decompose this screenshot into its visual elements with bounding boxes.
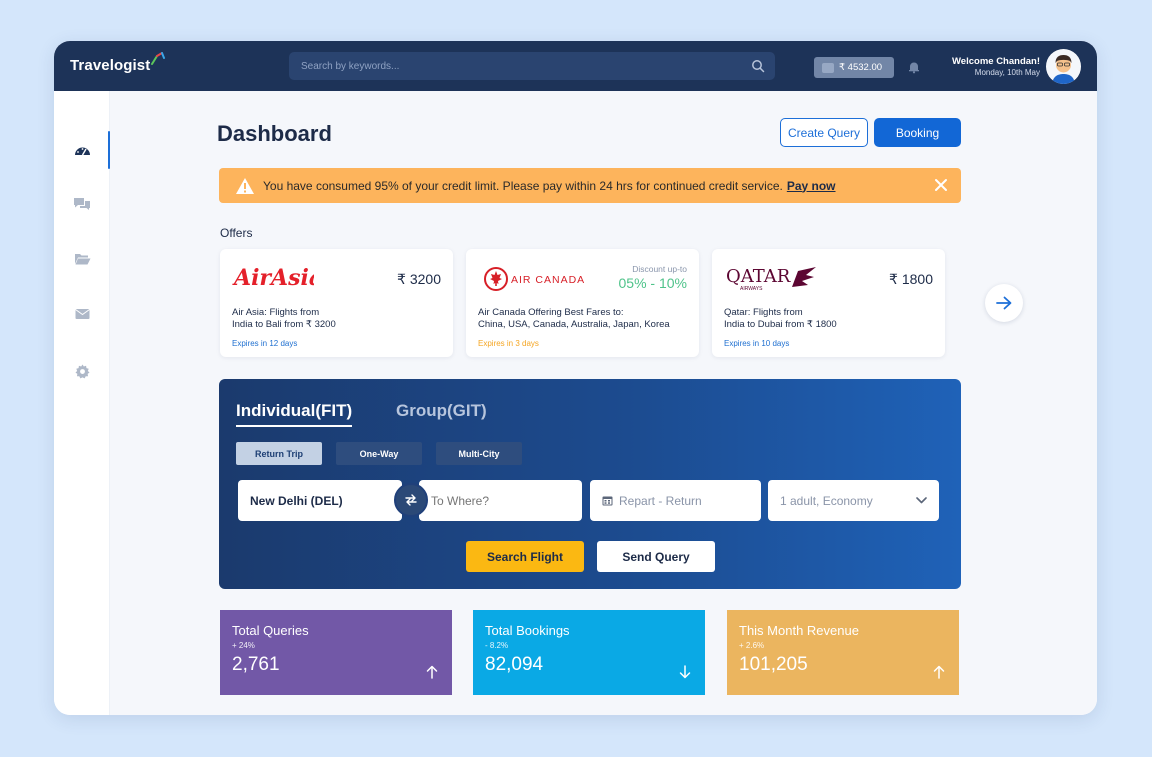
air-canada-logo: AIR CANADA [484, 267, 584, 291]
offer-card-qatar[interactable]: QATAR AIRWAYS ₹ 1800 Qatar: Flights from… [712, 249, 945, 357]
offer-card-airasia[interactable]: AirAsia ₹ 3200 Air Asia: Flights from In… [220, 249, 453, 357]
current-date: Monday, 10th May [974, 68, 1040, 77]
offer-card-air-canada[interactable]: AIR CANADA Discount up-to 05% - 10% Air … [466, 249, 699, 357]
discount-range: 05% - 10% [618, 275, 687, 291]
sidebar-item-settings[interactable] [72, 361, 92, 381]
logo-plane-icon [151, 52, 165, 65]
offer-description-line: China, USA, Canada, Australia, Japan, Ko… [478, 319, 670, 330]
sidebar [54, 91, 110, 715]
offer-expiry: Expires in 10 days [724, 339, 790, 348]
search-input[interactable] [289, 52, 729, 80]
swap-icon [405, 494, 417, 506]
multi-city-toggle[interactable]: Multi-City [436, 442, 522, 465]
chat-icon [74, 197, 90, 210]
offer-price: ₹ 3200 [397, 271, 441, 287]
create-query-button[interactable]: Create Query [780, 118, 868, 147]
chevron-down-icon [916, 497, 927, 504]
from-field[interactable] [238, 480, 402, 521]
offer-description: Air Canada Offering Best Fares to: China… [478, 307, 693, 331]
stat-change: - 8.2% [485, 641, 509, 650]
offer-expiry: Expires in 12 days [232, 339, 298, 348]
mail-icon [74, 309, 90, 319]
gear-icon [74, 363, 90, 378]
main-content: Dashboard Create Query Booking You have … [110, 91, 1097, 715]
sidebar-item-files[interactable] [72, 249, 92, 269]
qatar-airways-logo: QATAR AIRWAYS [726, 266, 816, 292]
search-icon[interactable] [751, 59, 765, 73]
alert-message: You have consumed 95% of your credit lim… [263, 178, 783, 193]
date-field[interactable]: Repart - Return [590, 480, 761, 521]
stat-title: This Month Revenue [739, 623, 859, 638]
stat-card-month-revenue[interactable]: This Month Revenue + 2.6% 101,205 [727, 610, 959, 695]
warning-icon [236, 177, 254, 194]
page-title: Dashboard [217, 121, 332, 146]
offer-description-line: India to Dubai from ₹ 1800 [724, 319, 837, 330]
pay-now-link[interactable]: Pay now [787, 179, 836, 193]
offer-description: Air Asia: Flights from India to Bali fro… [232, 307, 447, 331]
airasia-logo: AirAsia [232, 265, 314, 291]
one-way-toggle[interactable]: One-Way [336, 442, 422, 465]
offer-description-line: Air Asia: Flights from [232, 307, 320, 318]
stat-title: Total Bookings [485, 623, 570, 638]
stat-value: 2,761 [232, 654, 280, 675]
passenger-class-select[interactable]: 1 adult, Economy [768, 480, 939, 521]
arrow-up-icon [426, 665, 438, 679]
stat-change: + 2.6% [739, 641, 765, 650]
swap-locations-button[interactable] [394, 483, 428, 517]
tab-individual-fit[interactable]: Individual(FIT) [236, 401, 353, 427]
discount-label: Discount up-to [632, 264, 687, 274]
top-bar: Travelogist ₹ 4532.00 Welcome Chandan! M… [54, 41, 1097, 91]
sidebar-item-messages[interactable] [72, 193, 92, 213]
sidebar-item-mail[interactable] [72, 304, 92, 324]
app-window: Travelogist ₹ 4532.00 Welcome Chandan! M… [54, 41, 1097, 715]
offers-next-button[interactable] [985, 284, 1023, 322]
offers-heading: Offers [220, 226, 253, 240]
calendar-icon [602, 496, 613, 506]
stat-value: 82,094 [485, 654, 544, 675]
dashboard-icon [74, 147, 90, 155]
tab-group-git[interactable]: Group(GIT) [396, 401, 487, 421]
user-greeting: Welcome Chandan! Monday, 10th May [914, 56, 1040, 77]
stat-value: 101,205 [739, 654, 808, 675]
airasia-logo-text: AirAsia [232, 265, 314, 291]
arrow-right-icon [996, 296, 1012, 310]
booking-button[interactable]: Booking [874, 118, 961, 147]
qatar-logo-subtext: AIRWAYS [740, 286, 763, 292]
offer-expiry: Expires in 3 days [478, 339, 539, 348]
arrow-up-icon [933, 665, 945, 679]
offer-description-line: Air Canada Offering Best Fares to: [478, 307, 624, 318]
folder-icon [74, 254, 90, 265]
stat-title: Total Queries [232, 623, 309, 638]
stat-card-total-queries[interactable]: Total Queries + 24% 2,761 [220, 610, 452, 695]
offer-price: ₹ 1800 [889, 271, 933, 287]
passenger-class-value: 1 adult, Economy [780, 493, 873, 508]
stat-card-total-bookings[interactable]: Total Bookings - 8.2% 82,094 [473, 610, 705, 695]
sidebar-item-dashboard[interactable] [72, 140, 92, 160]
avatar-image [1046, 49, 1081, 84]
wallet-balance[interactable]: ₹ 4532.00 [814, 57, 894, 78]
stat-change: + 24% [232, 641, 255, 650]
flight-search-panel: Individual(FIT) Group(GIT) Return Trip O… [219, 379, 961, 589]
avatar[interactable] [1046, 49, 1081, 84]
return-trip-toggle[interactable]: Return Trip [236, 442, 322, 465]
wallet-icon [822, 62, 834, 73]
close-icon[interactable] [933, 177, 949, 193]
qatar-logo-text: QATAR [726, 266, 791, 287]
credit-alert-banner: You have consumed 95% of your credit lim… [219, 168, 961, 203]
to-field[interactable] [419, 480, 582, 521]
send-query-button[interactable]: Send Query [597, 541, 715, 572]
date-placeholder: Repart - Return [619, 493, 702, 508]
arrow-down-icon [679, 665, 691, 679]
user-name: Welcome Chandan! [952, 56, 1040, 67]
app-logo[interactable]: Travelogist [70, 57, 150, 74]
search-bar [289, 52, 775, 80]
air-canada-logo-text: AIR CANADA [511, 274, 584, 286]
offer-description: Qatar: Flights from India to Dubai from … [724, 307, 939, 331]
offer-description-line: India to Bali from ₹ 3200 [232, 319, 336, 330]
offer-description-line: Qatar: Flights from [724, 307, 803, 318]
wallet-amount: ₹ 4532.00 [839, 62, 883, 73]
search-flight-button[interactable]: Search Flight [466, 541, 584, 572]
